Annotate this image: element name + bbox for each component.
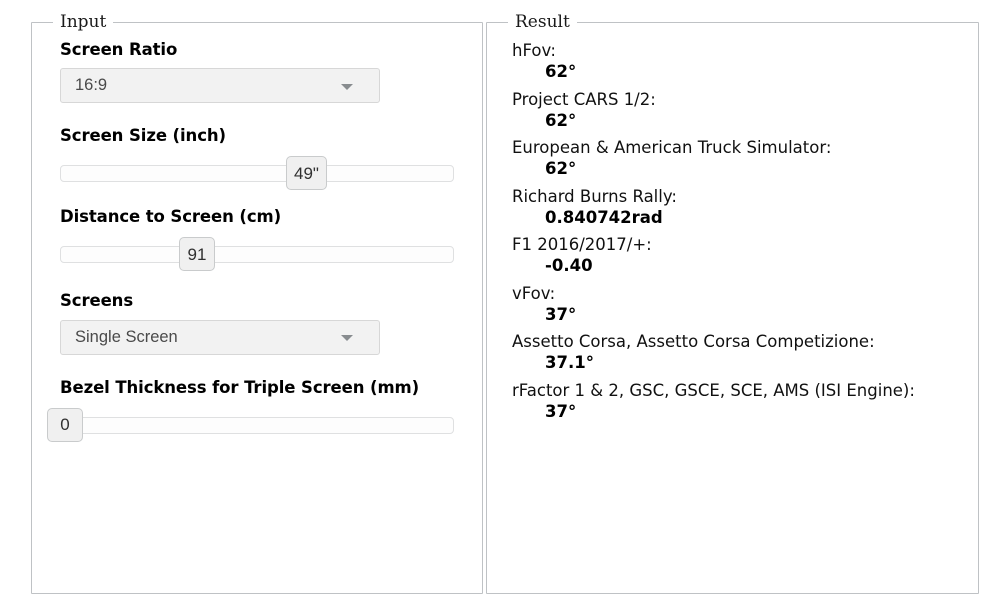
bezel-thickness-slider[interactable]: 0 [60, 408, 454, 442]
result-value: 62° [512, 61, 978, 82]
bezel-thickness-value: 0 [60, 416, 69, 433]
screen-size-slider-track[interactable] [60, 165, 454, 182]
screen-size-slider[interactable]: 49" [60, 156, 454, 190]
label-distance-to-screen: Distance to Screen (cm) [60, 208, 454, 226]
field-screen-ratio: Screen Ratio 16:9 [60, 41, 454, 103]
result-row: European & American Truck Simulator:62° [512, 137, 978, 180]
result-label: rFactor 1 & 2, GSC, GSCE, SCE, AMS (ISI … [512, 380, 978, 401]
chevron-down-icon [341, 335, 353, 341]
screen-size-slider-thumb[interactable]: 49" [286, 156, 327, 190]
chevron-down-icon [341, 84, 353, 90]
field-bezel-thickness: Bezel Thickness for Triple Screen (mm) 0 [60, 379, 454, 442]
result-row: vFov:37° [512, 283, 978, 326]
result-value: -0.40 [512, 255, 978, 276]
bezel-thickness-slider-track[interactable] [60, 417, 454, 434]
screens-value: Single Screen [61, 329, 178, 346]
result-row: Project CARS 1/2:62° [512, 89, 978, 132]
distance-to-screen-value: 91 [188, 246, 207, 263]
result-value: 62° [512, 158, 978, 179]
label-screen-size: Screen Size (inch) [60, 127, 454, 145]
result-row: Assetto Corsa, Assetto Corsa Competizion… [512, 331, 978, 374]
field-screen-size: Screen Size (inch) 49" [60, 127, 454, 190]
bezel-thickness-slider-thumb[interactable]: 0 [47, 408, 83, 442]
result-value: 62° [512, 110, 978, 131]
result-label: F1 2016/2017/+: [512, 234, 978, 255]
screens-select[interactable]: Single Screen [60, 320, 380, 355]
result-row: hFov:62° [512, 40, 978, 83]
screen-ratio-value: 16:9 [61, 77, 107, 94]
distance-to-screen-slider[interactable]: 91 [60, 237, 454, 271]
spacer [60, 103, 454, 127]
result-label: Assetto Corsa, Assetto Corsa Competizion… [512, 331, 978, 352]
input-panel-legend: Input [53, 14, 113, 31]
result-value: 37° [512, 401, 978, 422]
field-distance-to-screen: Distance to Screen (cm) 91 [60, 208, 454, 271]
result-row: Richard Burns Rally:0.840742rad [512, 186, 978, 229]
spacer [60, 190, 454, 208]
label-bezel-thickness: Bezel Thickness for Triple Screen (mm) [60, 379, 454, 397]
result-row: F1 2016/2017/+:-0.40 [512, 234, 978, 277]
screen-ratio-select[interactable]: 16:9 [60, 68, 380, 103]
input-panel: Input Screen Ratio 16:9 Screen Size (inc… [31, 14, 483, 594]
result-value: 0.840742rad [512, 207, 978, 228]
result-label: European & American Truck Simulator: [512, 137, 978, 158]
fov-calculator-app: Input Screen Ratio 16:9 Screen Size (inc… [0, 0, 996, 570]
label-screens: Screens [60, 292, 454, 310]
result-label: hFov: [512, 40, 978, 61]
screen-size-value: 49" [294, 165, 319, 182]
result-panel-body: hFov:62°Project CARS 1/2:62°European & A… [487, 31, 978, 422]
result-value: 37.1° [512, 352, 978, 373]
result-label: vFov: [512, 283, 978, 304]
result-label: Project CARS 1/2: [512, 89, 978, 110]
result-value: 37° [512, 304, 978, 325]
result-panel: Result hFov:62°Project CARS 1/2:62°Europ… [486, 14, 979, 594]
spacer [60, 355, 454, 379]
distance-to-screen-slider-thumb[interactable]: 91 [179, 237, 215, 271]
field-screens: Screens Single Screen [60, 292, 454, 354]
spacer [60, 271, 454, 292]
result-panel-legend: Result [508, 14, 577, 31]
label-screen-ratio: Screen Ratio [60, 41, 454, 59]
result-row: rFactor 1 & 2, GSC, GSCE, SCE, AMS (ISI … [512, 380, 978, 423]
input-panel-body: Screen Ratio 16:9 Screen Size (inch) 49" [32, 31, 482, 442]
result-label: Richard Burns Rally: [512, 186, 978, 207]
distance-to-screen-slider-track[interactable] [60, 246, 454, 263]
